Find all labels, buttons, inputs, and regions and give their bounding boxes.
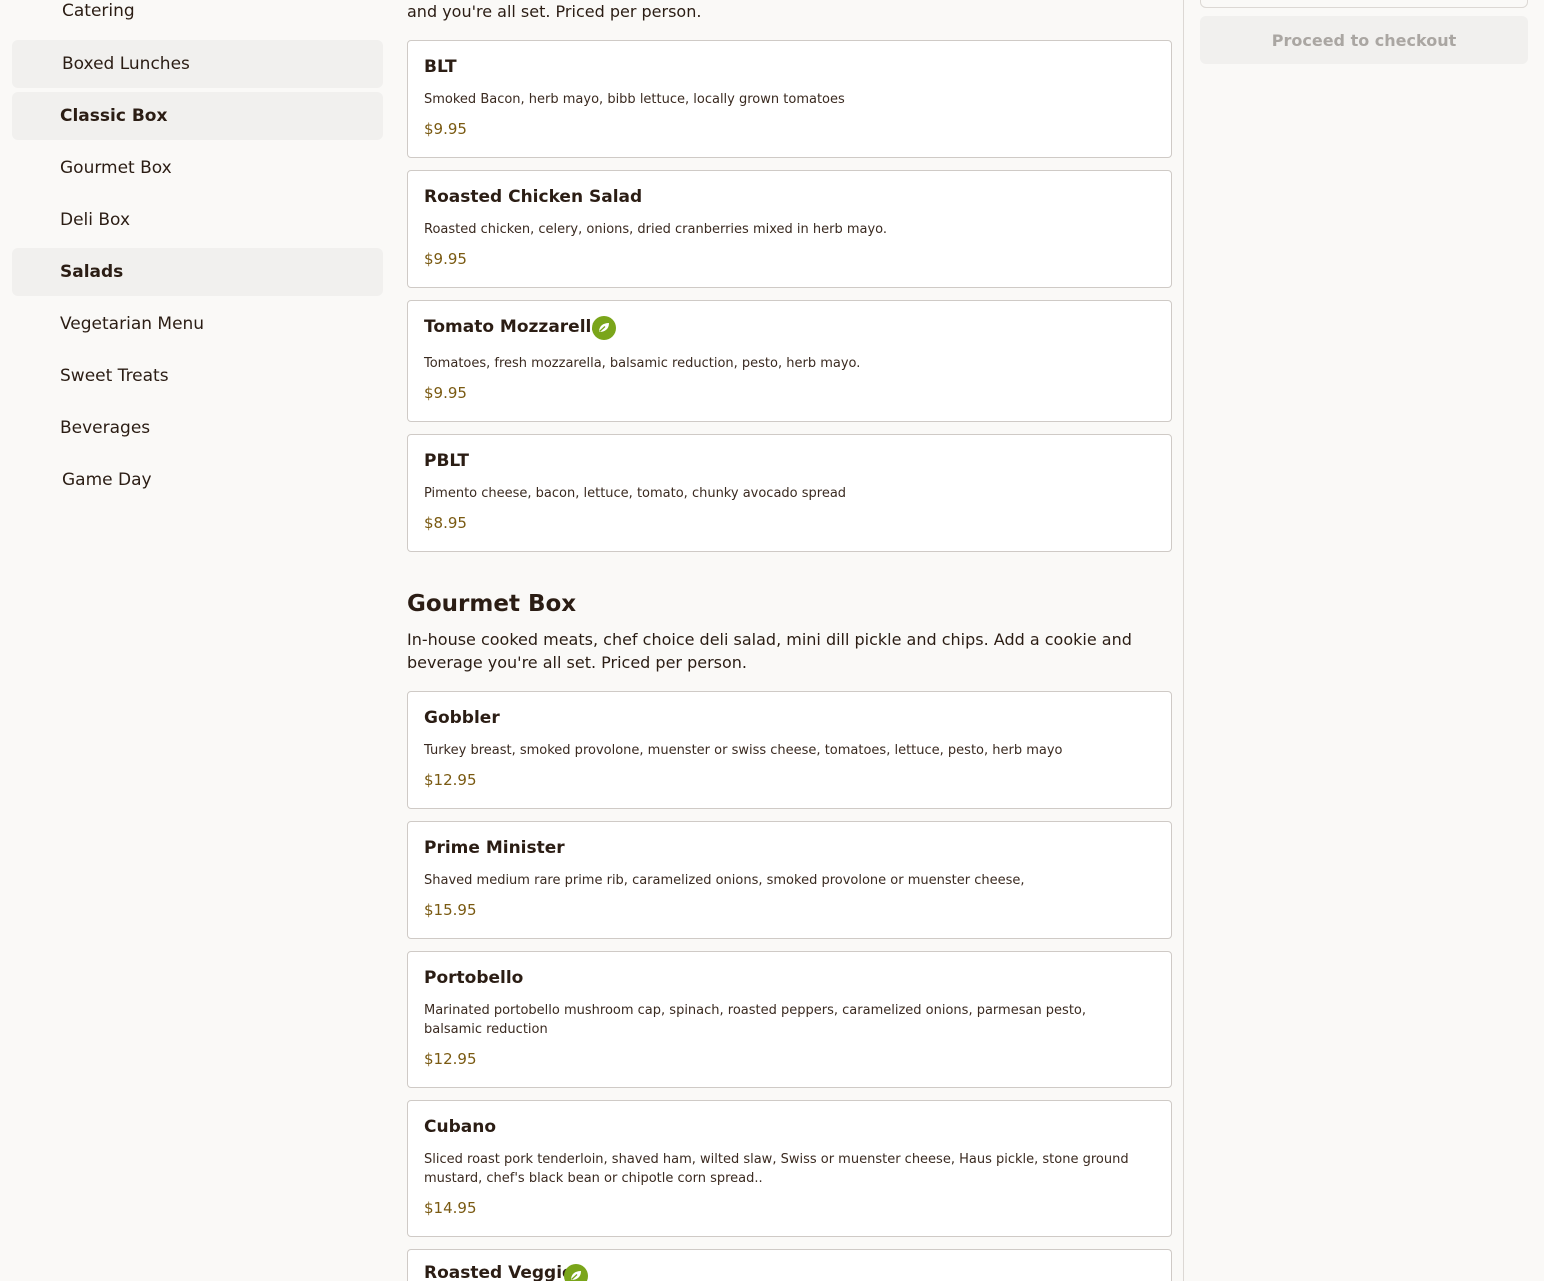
section-description: In-house cooked meats, chef choice deli … (407, 630, 1132, 672)
sidebar-item-label: Catering (62, 1, 135, 21)
menu-item-name: Gobbler (424, 708, 500, 728)
menu-item-price: $14.95 (424, 1199, 477, 1217)
menu-item-price: $12.95 (424, 1050, 477, 1068)
sidebar-item-label: Classic Box (60, 106, 168, 126)
sidebar-item-label: Game Day (62, 470, 152, 490)
menu-item-card[interactable]: BLT Smoked Bacon, herb mayo, bibb lettuc… (407, 40, 1172, 158)
menu-item-name: Roasted Veggie (424, 1263, 574, 1281)
sidebar-item-label: Salads (60, 262, 124, 282)
sidebar-item-beverages[interactable]: Beverages (12, 404, 383, 452)
sidebar-item-catering[interactable]: Catering (12, 0, 383, 35)
menu-item-name: PBLT (424, 451, 470, 471)
menu-item-description: Tomatoes, fresh mozzarella, balsamic red… (424, 356, 861, 371)
menu-item-description: Pimento cheese, bacon, lettuce, tomato, … (424, 486, 847, 501)
sidebar-item-label: Gourmet Box (60, 158, 172, 178)
vegetarian-leaf-icon (564, 1264, 588, 1281)
sidebar-item-label: Boxed Lunches (62, 54, 190, 74)
sidebar-item-label: Vegetarian Menu (60, 314, 205, 334)
menu-item-price: $9.95 (424, 120, 467, 138)
sidebar-item-vegetarian-menu[interactable]: Vegetarian Menu (12, 300, 383, 348)
menu-item-name: Roasted Chicken Salad (424, 187, 643, 207)
vegetarian-leaf-icon (592, 316, 616, 340)
sidebar-item-gourmet-box[interactable]: Gourmet Box (12, 144, 383, 192)
menu-item-card[interactable]: PBLT Pimento cheese, bacon, lettuce, tom… (407, 434, 1172, 552)
menu-item-name: Portobello (424, 968, 524, 988)
section-title-gourmet-box: Gourmet Box (407, 591, 577, 617)
menu-item-description: Smoked Bacon, herb mayo, bibb lettuce, l… (424, 92, 845, 107)
proceed-to-checkout-button[interactable]: Proceed to checkout (1200, 16, 1528, 64)
menu-item-description: Sliced roast pork tenderloin, shaved ham… (424, 1152, 1129, 1186)
menu-item-name: Tomato Mozzarella (424, 317, 603, 337)
menu-item-description: Roasted chicken, celery, onions, dried c… (424, 222, 888, 237)
sidebar-item-label: Sweet Treats (60, 366, 169, 386)
menu-item-name: Cubano (424, 1117, 497, 1137)
page: Catering Boxed Lunches Classic Box Gourm… (0, 0, 1544, 1281)
menu-item-card[interactable]: Roasted Chicken Salad Roasted chicken, c… (407, 170, 1172, 288)
menu-item-price: $9.95 (424, 250, 467, 268)
menu-item-card[interactable]: Cubano Sliced roast pork tenderloin, sha… (407, 1100, 1172, 1237)
menu-item-name: Prime Minister (424, 838, 565, 858)
menu-item-price: $9.95 (424, 384, 467, 402)
sidebar-item-game-day[interactable]: Game Day (12, 456, 383, 504)
menu-item-card[interactable]: Roasted Veggie (407, 1249, 1172, 1281)
sidebar-item-deli-box[interactable]: Deli Box (12, 196, 383, 244)
menu-item-card[interactable]: Prime Minister Shaved medium rare prime … (407, 821, 1172, 939)
menu-item-description: Marinated portobello mushroom cap, spina… (424, 1003, 1087, 1037)
sidebar-item-boxed-lunches[interactable]: Boxed Lunches (12, 40, 383, 88)
menu-item-description: Turkey breast, smoked provolone, muenste… (424, 743, 1063, 758)
menu-item-price: $8.95 (424, 514, 467, 532)
sidebar-item-salads[interactable]: Salads (12, 248, 383, 296)
menu-item-card[interactable]: Tomato Mozzarella Tomatoes, fresh mozzar… (407, 300, 1172, 422)
sidebar-item-classic-box[interactable]: Classic Box (12, 92, 383, 140)
sidebar-item-sweet-treats[interactable]: Sweet Treats (12, 352, 383, 400)
menu-item-price: $15.95 (424, 901, 477, 919)
menu-item-price: $12.95 (424, 771, 477, 789)
menu-item-card[interactable]: Gobbler Turkey breast, smoked provolone,… (407, 691, 1172, 809)
sidebar-item-label: Deli Box (60, 210, 131, 230)
menu-item-description: Shaved medium rare prime rib, caramelize… (424, 873, 1025, 888)
classic-box-description: and you're all set. Priced per person. (407, 2, 702, 21)
menu-item-card[interactable]: Portobello Marinated portobello mushroom… (407, 951, 1172, 1088)
menu-item-name: BLT (424, 57, 457, 77)
menu-content: and you're all set. Priced per person. B… (407, 0, 1172, 1281)
column-divider (1183, 0, 1184, 1281)
cart-summary-box (1200, 0, 1528, 8)
sidebar-item-label: Beverages (60, 418, 151, 438)
category-sidebar: Catering Boxed Lunches Classic Box Gourm… (0, 0, 395, 1281)
